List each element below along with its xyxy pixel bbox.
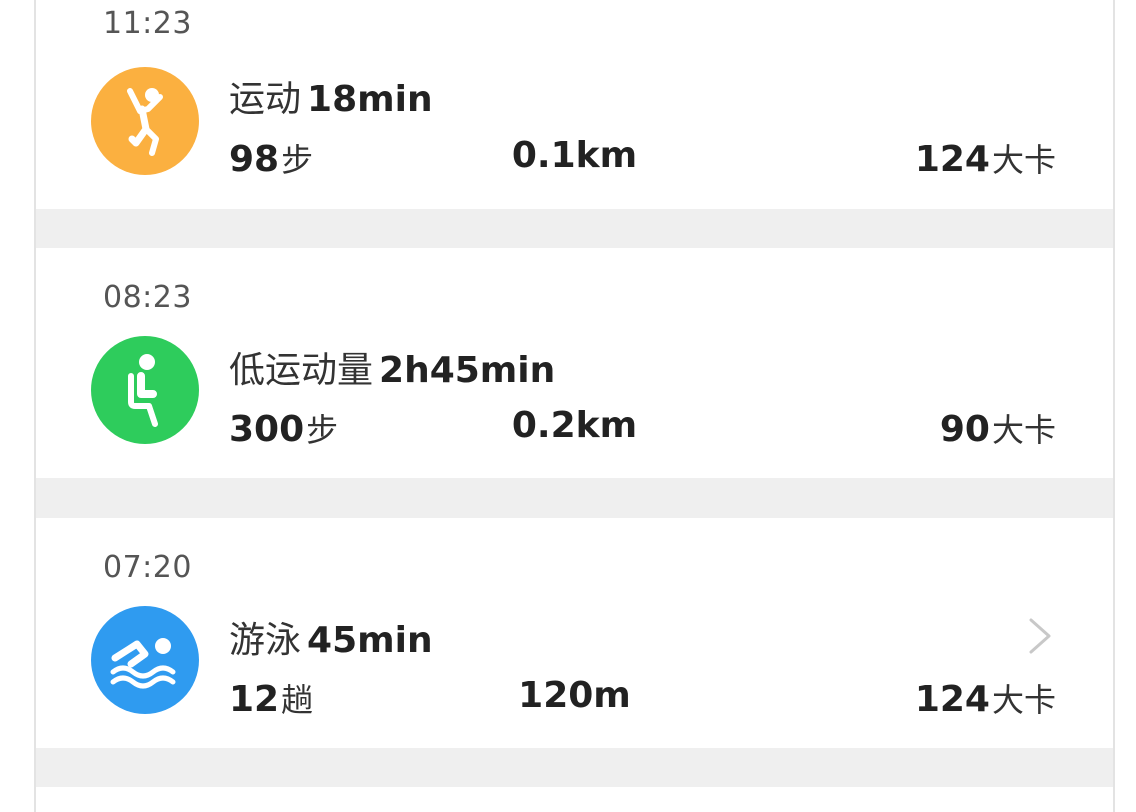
- activity-record-low-activity[interactable]: 08:23 低运动量 2h45min 300步 0.2km 90大卡: [36, 248, 1113, 478]
- calories-value: 124: [914, 679, 990, 720]
- record-calories: 90大卡: [940, 405, 1056, 451]
- record-time: 11:23: [103, 6, 192, 41]
- record-calories: 124大卡: [915, 675, 1056, 721]
- activity-list: 11:23 运动 18min 98步 0.1km 124大卡 08:23 低运动量…: [34, 0, 1115, 812]
- activity-record-swim[interactable]: 07:20 游泳 45min 12趟 120m 124大卡: [36, 518, 1113, 748]
- record-calories: 124大卡: [915, 135, 1056, 181]
- activity-name: 游泳: [229, 620, 302, 661]
- calories-unit: 大卡: [991, 681, 1056, 719]
- calories-value: 90: [939, 409, 990, 450]
- activity-record-partial[interactable]: [36, 787, 1113, 812]
- activity-name: 运动: [229, 79, 302, 120]
- calories-value: 124: [914, 139, 990, 180]
- activity-duration: 45min: [307, 620, 433, 661]
- record-title: 运动 18min: [229, 70, 433, 122]
- calories-unit: 大卡: [991, 411, 1056, 449]
- record-title: 低运动量 2h45min: [229, 341, 555, 393]
- record-time: 07:20: [103, 550, 192, 585]
- record-title: 游泳 45min: [229, 611, 433, 663]
- calories-unit: 大卡: [991, 141, 1056, 179]
- record-time: 08:23: [103, 280, 192, 315]
- activity-duration: 2h45min: [379, 350, 556, 391]
- activity-name: 低运动量: [229, 350, 374, 391]
- activity-duration: 18min: [307, 79, 433, 120]
- chevron-right-icon[interactable]: [1025, 616, 1055, 656]
- activity-record-exercise[interactable]: 11:23 运动 18min 98步 0.1km 124大卡: [36, 0, 1113, 209]
